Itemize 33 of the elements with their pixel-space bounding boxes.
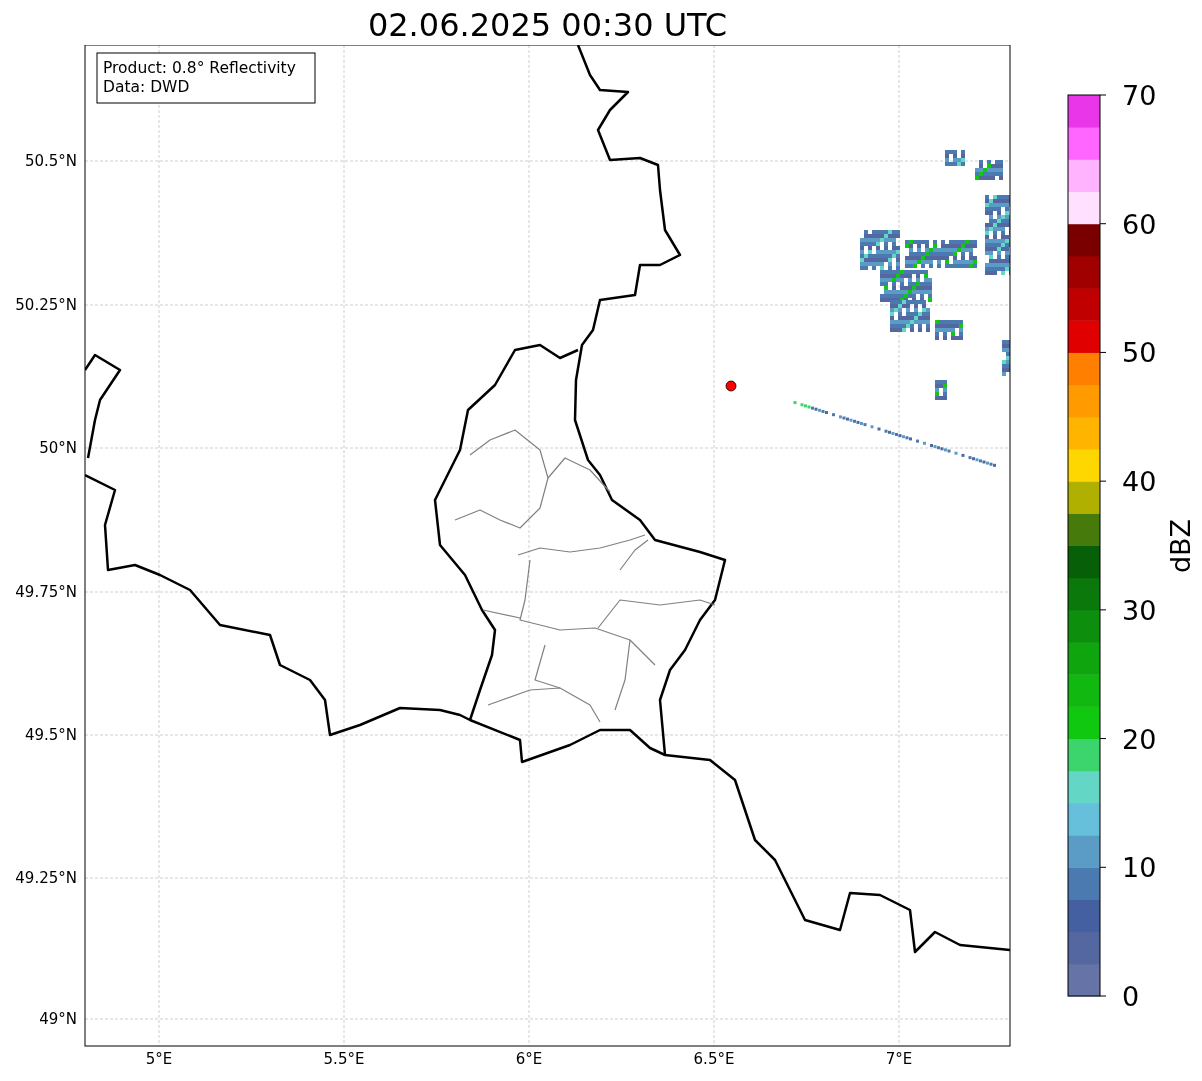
y-tick-label: 49.75°N bbox=[15, 583, 77, 601]
tick-mark bbox=[1099, 351, 1107, 353]
x-tick-label: 7°E bbox=[885, 1050, 913, 1068]
tick-mark bbox=[1099, 480, 1107, 482]
info-text: Product: 0.8° Reflectivity bbox=[103, 59, 296, 77]
y-tick-label: 50.25°N bbox=[15, 296, 77, 314]
x-tick-label: 6°E bbox=[515, 1050, 543, 1068]
x-tick-label: 5°E bbox=[145, 1050, 173, 1068]
colorbar-tick-label: 10 bbox=[1122, 852, 1157, 884]
colorbar-tick-label: 60 bbox=[1122, 208, 1157, 240]
colorbar-tick-label: 70 bbox=[1122, 80, 1157, 111]
colorbar-tick-label: 20 bbox=[1122, 723, 1157, 755]
tick-mark bbox=[1099, 223, 1107, 225]
chart-title: 02.06.2025 00:30 UTC bbox=[366, 5, 729, 45]
colorbar-label: dBZ bbox=[1165, 518, 1196, 574]
colorbar-tick-label: 30 bbox=[1122, 594, 1157, 626]
tick-mark bbox=[1099, 738, 1107, 740]
y-tick-label: 50°N bbox=[39, 439, 77, 457]
y-tick-label: 50.5°N bbox=[24, 152, 77, 170]
x-tick-label: 6.5°E bbox=[693, 1050, 735, 1068]
y-tick-label: 49.5°N bbox=[24, 726, 77, 744]
radar-site-marker bbox=[725, 380, 737, 392]
tick-mark bbox=[1099, 866, 1107, 868]
colorbar-tick-label: 50 bbox=[1122, 337, 1157, 369]
x-tick-label: 5.5°E bbox=[323, 1050, 365, 1068]
colorbar-tick-label: 0 bbox=[1122, 981, 1140, 1012]
info-text: Data: DWD bbox=[103, 78, 190, 96]
tick-mark bbox=[1099, 94, 1107, 96]
colorbar-tick-label: 40 bbox=[1122, 466, 1157, 498]
y-tick-label: 49.25°N bbox=[15, 869, 77, 887]
tick-mark bbox=[1099, 995, 1107, 997]
y-tick-label: 49°N bbox=[39, 1010, 77, 1028]
tick-mark bbox=[1099, 609, 1107, 611]
